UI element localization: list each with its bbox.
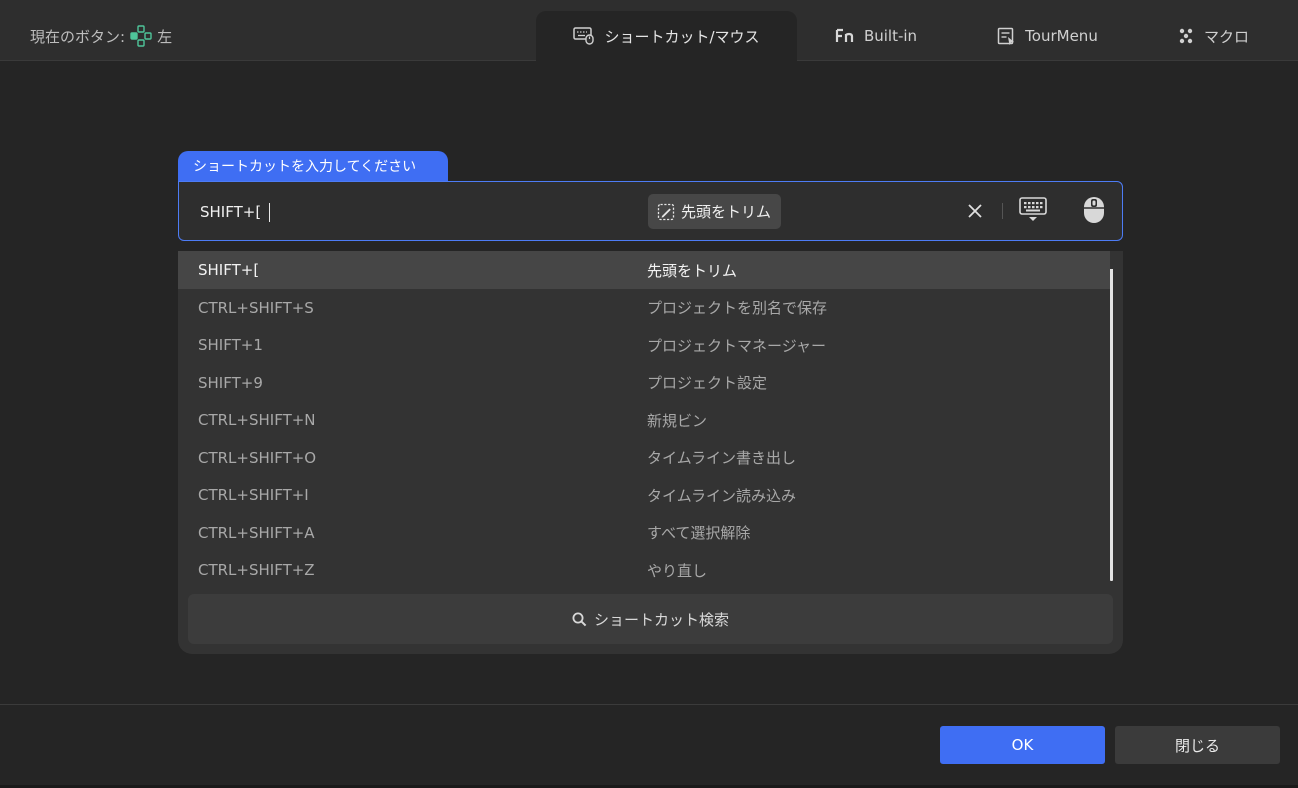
scrollbar-track-top bbox=[1110, 251, 1113, 269]
matched-function-chip: 先頭をトリム bbox=[648, 194, 781, 229]
list-item-function: やり直し bbox=[647, 561, 708, 580]
tab-built-in[interactable]: Built-in bbox=[820, 11, 932, 61]
shortcut-input-value-wrap[interactable]: SHIFT+[ bbox=[200, 202, 271, 222]
tab-tour-menu[interactable]: TourMenu bbox=[985, 11, 1110, 61]
list-item-shortcut: CTRL+SHIFT+N bbox=[198, 411, 316, 429]
input-divider bbox=[1002, 203, 1003, 219]
shortcut-input-hint: ショートカットを入力してください bbox=[178, 151, 448, 183]
close-button[interactable]: 閉じる bbox=[1115, 726, 1280, 764]
list-item-shortcut: CTRL+SHIFT+S bbox=[198, 298, 314, 317]
list-item-function: タイムライン書き出し bbox=[647, 449, 796, 467]
tour-menu-icon bbox=[997, 27, 1015, 45]
list-item-shortcut: SHIFT+1 bbox=[198, 336, 263, 354]
macro-icon bbox=[1179, 28, 1193, 44]
tab-macro-label: マクロ bbox=[1203, 27, 1249, 46]
top-bar: 現在のボタン: 左 ショートカット/マウス Built-in TourMenu … bbox=[0, 0, 1298, 61]
footer-divider bbox=[0, 704, 1298, 705]
list-item[interactable]: CTRL+SHIFT+N 新規ビン bbox=[178, 401, 1110, 439]
text-caret bbox=[269, 202, 271, 222]
list-scrollbar[interactable] bbox=[1110, 253, 1113, 581]
list-item[interactable]: SHIFT+1 プロジェクトマネージャー bbox=[178, 326, 1110, 364]
current-button-label: 現在のボタン: bbox=[30, 27, 126, 46]
list-item-shortcut: CTRL+SHIFT+I bbox=[198, 486, 309, 504]
list-item[interactable]: CTRL+SHIFT+O タイムライン書き出し bbox=[178, 439, 1110, 477]
shortcut-search-label: ショートカット検索 bbox=[593, 610, 729, 629]
list-item[interactable]: SHIFT+[ 先頭をトリム bbox=[178, 251, 1110, 289]
shortcut-input[interactable]: SHIFT+[ 先頭をトリム bbox=[178, 181, 1123, 241]
list-item[interactable]: CTRL+SHIFT+I タイムライン読み込み bbox=[178, 476, 1110, 514]
ok-button[interactable]: OK bbox=[940, 726, 1105, 764]
list-item-shortcut: CTRL+SHIFT+O bbox=[198, 448, 317, 467]
shortcut-input-value[interactable]: SHIFT+[ bbox=[200, 203, 261, 221]
clear-icon[interactable] bbox=[966, 202, 984, 220]
list-item-shortcut: SHIFT+9 bbox=[198, 373, 263, 392]
search-icon bbox=[572, 612, 587, 626]
list-item[interactable]: CTRL+SHIFT+Z やり直し bbox=[178, 551, 1110, 589]
list-item[interactable]: CTRL+SHIFT+A すべて選択解除 bbox=[178, 514, 1110, 552]
current-button-indicator: 現在のボタン: 左 bbox=[30, 25, 173, 47]
tab-tour-menu-label: TourMenu bbox=[1025, 27, 1098, 45]
suggestion-rows: SHIFT+[ 先頭をトリム CTRL+SHIFT+S プロジェクトを別名で保存 SHI… bbox=[178, 251, 1110, 581]
list-item-function: すべて選択解除 bbox=[647, 524, 751, 542]
tab-shortcut-mouse-label: ショートカット/マウス bbox=[604, 27, 760, 46]
keyboard-mouse-icon bbox=[573, 27, 595, 45]
list-item[interactable]: CTRL+SHIFT+S プロジェクトを別名で保存 bbox=[178, 289, 1110, 327]
list-item-function: プロジェクトを別名で保存 bbox=[647, 299, 828, 317]
current-button-value: 左 bbox=[157, 27, 173, 46]
matched-function-label: 先頭をトリム bbox=[681, 203, 772, 221]
mouse-icon[interactable] bbox=[1083, 196, 1105, 224]
list-item-shortcut: CTRL+SHIFT+A bbox=[198, 523, 315, 542]
trim-start-icon bbox=[657, 203, 675, 220]
list-item-function: 先頭をトリム bbox=[647, 261, 738, 280]
list-item-shortcut: SHIFT+[ bbox=[198, 261, 260, 279]
fn-icon bbox=[835, 28, 854, 42]
shortcut-search-button[interactable]: ショートカット検索 bbox=[188, 594, 1113, 644]
list-item-shortcut: CTRL+SHIFT+Z bbox=[198, 561, 315, 579]
list-item-function: 新規ビン bbox=[647, 411, 708, 430]
shortcut-suggestion-list: SHIFT+[ 先頭をトリム CTRL+SHIFT+S プロジェクトを別名で保存 SHI… bbox=[178, 251, 1123, 654]
mouse-button-left-icon bbox=[130, 25, 152, 47]
tab-macro[interactable]: マクロ bbox=[1165, 11, 1261, 61]
list-item[interactable]: SHIFT+9 プロジェクト設定 bbox=[178, 364, 1110, 402]
list-item-function: プロジェクト設定 bbox=[647, 374, 768, 392]
tab-shortcut-mouse[interactable]: ショートカット/マウス bbox=[536, 11, 797, 61]
keyboard-icon[interactable] bbox=[1019, 197, 1047, 223]
list-item-function: プロジェクトマネージャー bbox=[647, 336, 826, 355]
list-item-function: タイムライン読み込み bbox=[647, 486, 796, 505]
tab-built-in-label: Built-in bbox=[863, 27, 918, 45]
